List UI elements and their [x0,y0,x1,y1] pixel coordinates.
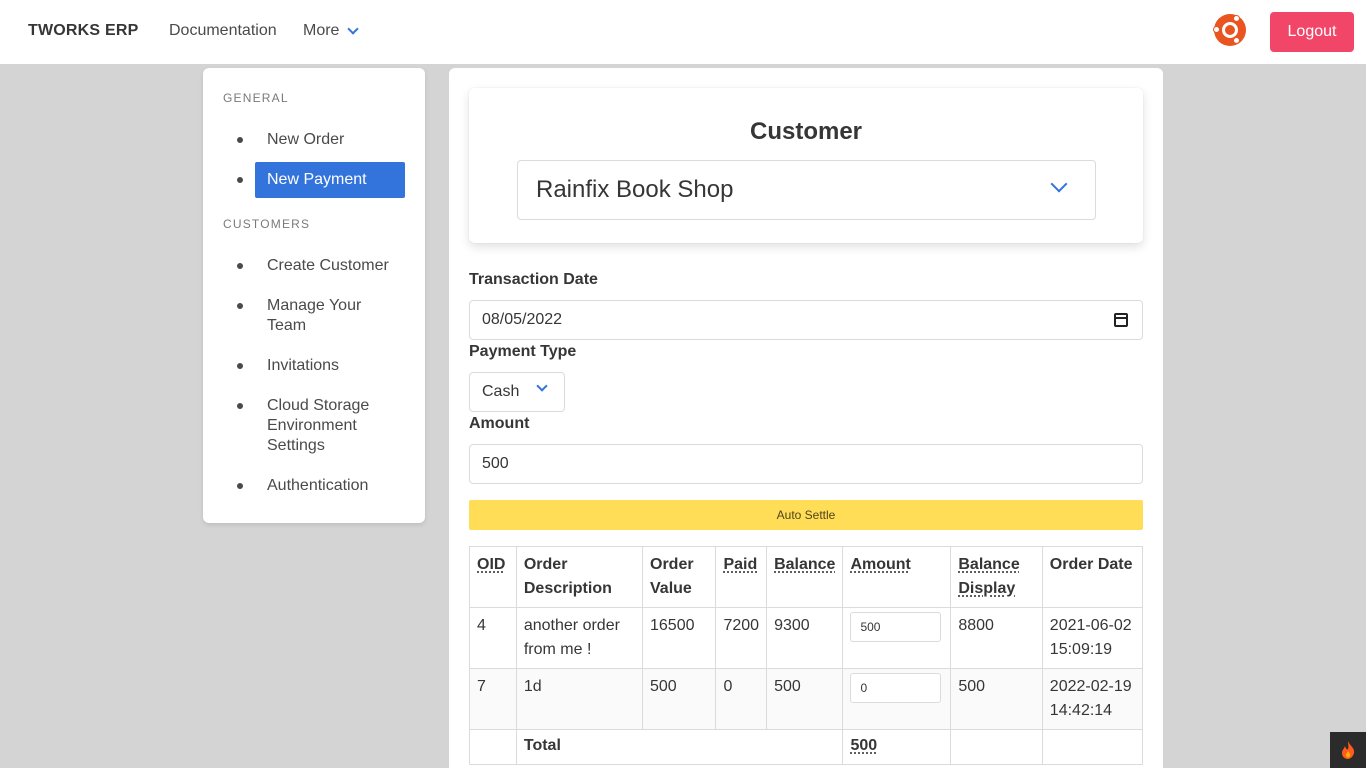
sidebar-item-create-customer[interactable]: Create Customer [255,256,405,276]
amount-label: Amount [469,415,530,432]
col-header-balance-display: Balance Display [950,546,1043,608]
bullet [237,177,243,183]
row-amount-input[interactable] [850,673,942,703]
auto-settle-button[interactable]: Auto Settle [469,500,1143,530]
cell-balance: 500 [766,668,844,730]
customer-box: Customer Rainfix Book Shop [469,88,1143,243]
flame-icon[interactable] [1330,732,1366,768]
nav-documentation[interactable]: Documentation [169,22,277,40]
nav-more-label: More [303,22,340,39]
cell-oid: 4 [469,607,517,669]
cell-balance-display: 8800 [950,607,1043,669]
payment-type-label: Payment Type [469,343,577,360]
chevron-down-icon [536,380,548,392]
bullet [237,403,243,409]
payment-form-card: Customer Rainfix Book Shop Transaction D… [449,68,1163,768]
transaction-date-label: Transaction Date [469,271,598,288]
cell-order-date: 2022-02-19 14:42:14 [1041,668,1144,730]
bullet [237,263,243,269]
table-row: 4 another order from me ! 16500 7200 930… [469,607,1144,669]
cell-description: 1d [515,668,644,730]
row-amount-input[interactable] [850,612,942,642]
cell-empty [950,729,1043,765]
bullet [237,303,243,309]
bullet [237,137,243,143]
menu-label-customers: CUSTOMERS [223,217,311,231]
total-amount: 500 [842,729,952,765]
cell-balance: 9300 [766,607,844,669]
cell-balance-display: 500 [950,668,1043,730]
cell-amount [842,668,952,730]
top-navbar: TWORKS ERP Documentation More Logout [0,0,1366,64]
cell-oid: 7 [469,668,517,730]
brand-logo[interactable]: TWORKS ERP [28,22,138,40]
customer-select-value: Rainfix Book Shop [536,176,734,203]
col-header-amount: Amount [842,546,952,608]
amount-value: 500 [482,455,509,472]
cell-order-date: 2021-06-02 15:09:19 [1041,607,1144,669]
logout-button[interactable]: Logout [1270,12,1354,52]
cell-amount [842,607,952,669]
total-label: Total [515,729,844,765]
cell-empty [469,729,517,765]
bullet [237,363,243,369]
orders-table: OID Order Description Order Value Paid B… [469,546,1144,765]
menu-label-general: GENERAL [223,91,289,105]
transaction-date-input[interactable]: 08/05/2022 [469,300,1143,340]
sidebar-item-invitations[interactable]: Invitations [255,356,405,376]
bullet [237,483,243,489]
col-header-paid: Paid [715,546,768,608]
col-header-balance: Balance [766,546,844,608]
col-header-order-date: Order Date [1041,546,1144,608]
customer-select[interactable]: Rainfix Book Shop [517,160,1096,220]
transaction-date-value: 08/05/2022 [482,311,563,328]
ubuntu-icon[interactable] [1213,14,1246,46]
sidebar-item-new-payment[interactable]: New Payment [255,162,405,198]
col-header-description: Order Description [515,546,644,608]
col-header-order-value: Order Value [641,546,717,608]
nav-more-dropdown[interactable]: More [303,22,360,40]
amount-input[interactable]: 500 [469,444,1143,484]
cell-paid: 0 [715,668,768,730]
calendar-icon[interactable] [1114,313,1128,327]
cell-description: another order from me ! [515,607,644,669]
cell-paid: 7200 [715,607,768,669]
table-total-row: Total 500 [469,729,1144,765]
payment-type-select[interactable]: Cash [469,372,565,412]
sidebar-item-new-order[interactable]: New Order [255,130,405,150]
sidebar-item-manage-team[interactable]: Manage Your Team [255,296,405,336]
chevron-down-icon [1050,175,1068,193]
payment-type-value: Cash [482,383,520,400]
table-header-row: OID Order Description Order Value Paid B… [469,546,1144,608]
cell-order-value: 16500 [641,607,717,669]
customer-title: Customer [749,118,863,145]
table-row: 7 1d 500 0 500 500 2022-02-19 14:42:14 [469,668,1144,730]
cell-empty [1041,729,1144,765]
sidebar-item-authentication[interactable]: Authentication [255,476,405,496]
cell-order-value: 500 [641,668,717,730]
sidebar-menu: GENERAL New Order New Payment CUSTOMERS … [203,68,425,523]
chevron-down-icon [347,22,360,35]
col-header-oid: OID [469,546,517,608]
sidebar-item-cloud-storage[interactable]: Cloud Storage Environment Settings [255,396,405,456]
